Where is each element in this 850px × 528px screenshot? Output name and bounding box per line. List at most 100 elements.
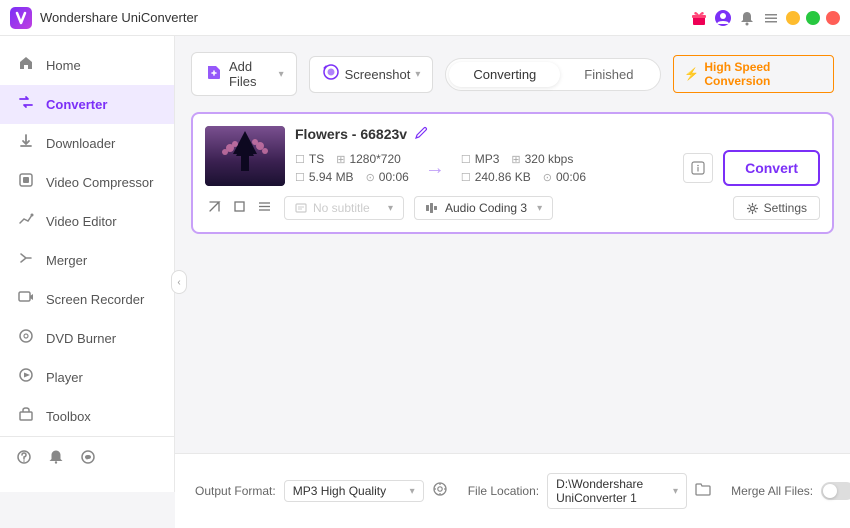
file-location-field: File Location: D:\Wondershare UniConvert…	[468, 473, 711, 509]
main-content: Add Files ▾ Screenshot ▾ Converting	[175, 36, 850, 528]
subtitle-select[interactable]: No subtitle ▾	[284, 196, 404, 220]
toggle-thumb	[823, 484, 837, 498]
help-icon[interactable]	[16, 449, 32, 470]
player-icon	[16, 367, 36, 388]
sidebar-bottom	[0, 436, 174, 482]
app-title: Wondershare UniConverter	[40, 10, 198, 25]
output-format-dropdown[interactable]: MP3 High Quality ▾	[284, 480, 424, 502]
sidebar-item-video-editor[interactable]: Video Editor	[0, 202, 174, 241]
sidebar-item-converter[interactable]: Converter	[0, 85, 174, 124]
dst-format: MP3	[475, 152, 500, 166]
src-format: TS	[309, 152, 324, 166]
screenshot-button[interactable]: Screenshot ▾	[309, 56, 434, 93]
collapse-sidebar-button[interactable]: ‹	[171, 270, 187, 294]
dst-size-row: ☐ 240.86 KB ⊙ 00:06	[461, 170, 586, 184]
sidebar-item-merger[interactable]: Merger	[0, 241, 174, 280]
file-info-header: Flowers - 66823v	[295, 126, 820, 142]
high-speed-badge[interactable]: ⚡ High Speed Conversion	[673, 55, 834, 93]
toolbar: Add Files ▾ Screenshot ▾ Converting	[191, 52, 834, 96]
file-location-value: D:\Wondershare UniConverter 1	[556, 477, 669, 505]
audio-chevron: ▾	[537, 203, 542, 214]
src-size-row: ☐ 5.94 MB ⊙ 00:06	[295, 170, 409, 184]
converter-icon	[16, 94, 36, 115]
sidebar-label-toolbox: Toolbox	[46, 409, 91, 424]
thumb-image	[205, 126, 285, 186]
settings-label: Settings	[764, 201, 807, 215]
audio-label: Audio Coding 3	[445, 201, 527, 215]
duration-icon: ⊙	[366, 171, 375, 184]
titlebar-controls	[690, 9, 840, 27]
screenshot-icon	[322, 63, 340, 86]
file-dest-info: ☐ MP3 ⊞ 320 kbps ☐ 240.86 KB ⊙ 00:06	[461, 152, 586, 184]
file-location-chevron: ▾	[673, 486, 678, 497]
high-speed-label: High Speed Conversion	[704, 60, 823, 88]
output-settings-icon[interactable]	[432, 481, 448, 501]
crop-icon[interactable]	[230, 197, 249, 220]
format-icon: ☐	[295, 153, 305, 166]
file-card-icons	[205, 197, 274, 220]
gift-icon[interactable]	[690, 9, 708, 27]
list-icon[interactable]	[255, 197, 274, 220]
sidebar-label-compressor: Video Compressor	[46, 175, 153, 190]
screenshot-label: Screenshot	[345, 67, 411, 82]
sidebar-label-dvd: DVD Burner	[46, 331, 116, 346]
file-edit-icon[interactable]	[415, 126, 428, 142]
trim-icon[interactable]	[205, 197, 224, 220]
titlebar: Wondershare UniConverter	[0, 0, 850, 36]
add-files-icon	[204, 62, 224, 87]
minimize-button[interactable]	[786, 11, 800, 25]
file-details: ☐ TS ⊞ 1280*720 ☐ 5.94 MB ⊙ 00:06	[295, 150, 820, 186]
file-card-bottom: No subtitle ▾ Audio Coding 3 ▾	[205, 196, 820, 220]
merge-all-label: Merge All Files:	[731, 484, 813, 498]
tab-finished[interactable]: Finished	[560, 62, 657, 87]
notification-icon[interactable]	[48, 449, 64, 470]
tabs-container: Converting Finished	[445, 58, 661, 91]
sidebar-label-converter: Converter	[46, 97, 107, 112]
file-location-dropdown[interactable]: D:\Wondershare UniConverter 1 ▾	[547, 473, 687, 509]
sidebar-item-player[interactable]: Player	[0, 358, 174, 397]
sidebar-label-player: Player	[46, 370, 83, 385]
sidebar-label-downloader: Downloader	[46, 136, 115, 151]
sidebar-item-screen-recorder[interactable]: Screen Recorder	[0, 280, 174, 319]
editor-icon	[16, 211, 36, 232]
menu-icon[interactable]	[762, 9, 780, 27]
maximize-button[interactable]	[806, 11, 820, 25]
file-details-button[interactable]	[683, 153, 713, 183]
convert-button[interactable]: Convert	[723, 150, 820, 186]
dst-bitrate-icon: ⊞	[511, 153, 520, 166]
output-format-field: Output Format: MP3 High Quality ▾	[195, 480, 448, 502]
close-button[interactable]	[826, 11, 840, 25]
sidebar: Home Converter Downloader	[0, 36, 175, 492]
output-format-label: Output Format:	[195, 484, 276, 498]
dst-format-icon: ☐	[461, 153, 471, 166]
settings-button[interactable]: Settings	[733, 196, 820, 220]
file-name: Flowers - 66823v	[295, 126, 407, 142]
sidebar-item-dvd-burner[interactable]: DVD Burner	[0, 319, 174, 358]
add-files-button[interactable]: Add Files ▾	[191, 52, 297, 96]
merge-all-field: Merge All Files:	[731, 482, 850, 500]
tab-converting[interactable]: Converting	[449, 62, 560, 87]
audio-select[interactable]: Audio Coding 3 ▾	[414, 196, 553, 220]
add-files-label: Add Files	[229, 59, 274, 89]
convert-arrow-icon: →	[425, 157, 445, 180]
sidebar-item-downloader[interactable]: Downloader	[0, 124, 174, 163]
dst-bitrate: 320 kbps	[525, 152, 574, 166]
bell-icon[interactable]	[738, 9, 756, 27]
app-body: Home Converter Downloader	[0, 36, 850, 528]
dst-duration: 00:06	[556, 170, 586, 184]
dst-size: 240.86 KB	[475, 170, 531, 184]
output-format-chevron: ▾	[410, 486, 415, 497]
file-location-label: File Location:	[468, 484, 539, 498]
recorder-icon	[16, 289, 36, 310]
screenshot-chevron: ▾	[415, 69, 420, 80]
merge-all-toggle[interactable]	[821, 482, 850, 500]
dst-duration-icon: ⊙	[543, 171, 552, 184]
file-card: Flowers - 66823v ☐ TS	[191, 112, 834, 234]
sidebar-item-home[interactable]: Home	[0, 46, 174, 85]
feedback-icon[interactable]	[80, 449, 96, 470]
sidebar-item-video-compressor[interactable]: Video Compressor	[0, 163, 174, 202]
src-size: 5.94 MB	[309, 170, 354, 184]
sidebar-item-toolbox[interactable]: Toolbox	[0, 397, 174, 436]
user-icon[interactable]	[714, 9, 732, 27]
browse-folder-icon[interactable]	[695, 482, 711, 500]
